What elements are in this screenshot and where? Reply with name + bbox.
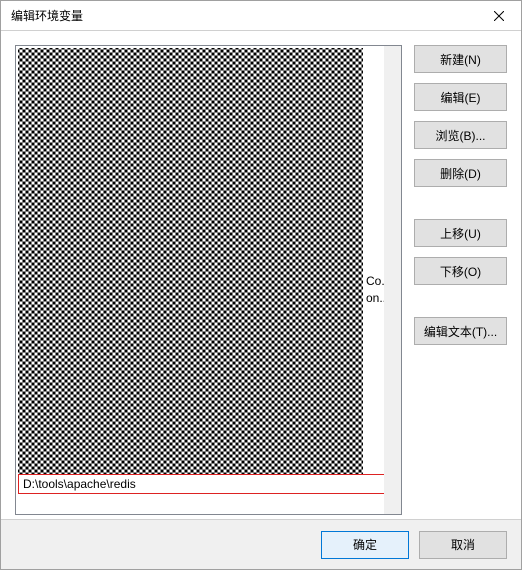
content-area: Co... on... 新建(N) 编辑(E) 浏览(B)... 删除(D) 上… (1, 31, 521, 519)
edit-text-button[interactable]: 编辑文本(T)... (414, 317, 507, 345)
env-var-dialog: 编辑环境变量 Co... on... 新建(N) 编辑(E) 浏览(B)... … (0, 0, 522, 570)
delete-button[interactable]: 删除(D) (414, 159, 507, 187)
close-icon (494, 11, 504, 21)
dialog-title: 编辑环境变量 (11, 7, 476, 24)
move-up-button[interactable]: 上移(U) (414, 219, 507, 247)
path-edit-input[interactable] (18, 474, 388, 494)
cancel-button[interactable]: 取消 (419, 531, 507, 559)
titlebar: 编辑环境变量 (1, 1, 521, 31)
scrollbar[interactable] (384, 46, 401, 514)
list-highlight-block (18, 48, 363, 476)
new-button[interactable]: 新建(N) (414, 45, 507, 73)
move-down-button[interactable]: 下移(O) (414, 257, 507, 285)
side-button-column: 新建(N) 编辑(E) 浏览(B)... 删除(D) 上移(U) 下移(O) 编… (414, 45, 507, 519)
close-button[interactable] (476, 1, 521, 31)
button-gap (414, 295, 507, 307)
edit-button[interactable]: 编辑(E) (414, 83, 507, 111)
browse-button[interactable]: 浏览(B)... (414, 121, 507, 149)
path-list[interactable]: Co... on... (15, 45, 402, 515)
ok-button[interactable]: 确定 (321, 531, 409, 559)
button-gap (414, 197, 507, 209)
dialog-footer: 确定 取消 (1, 519, 521, 569)
